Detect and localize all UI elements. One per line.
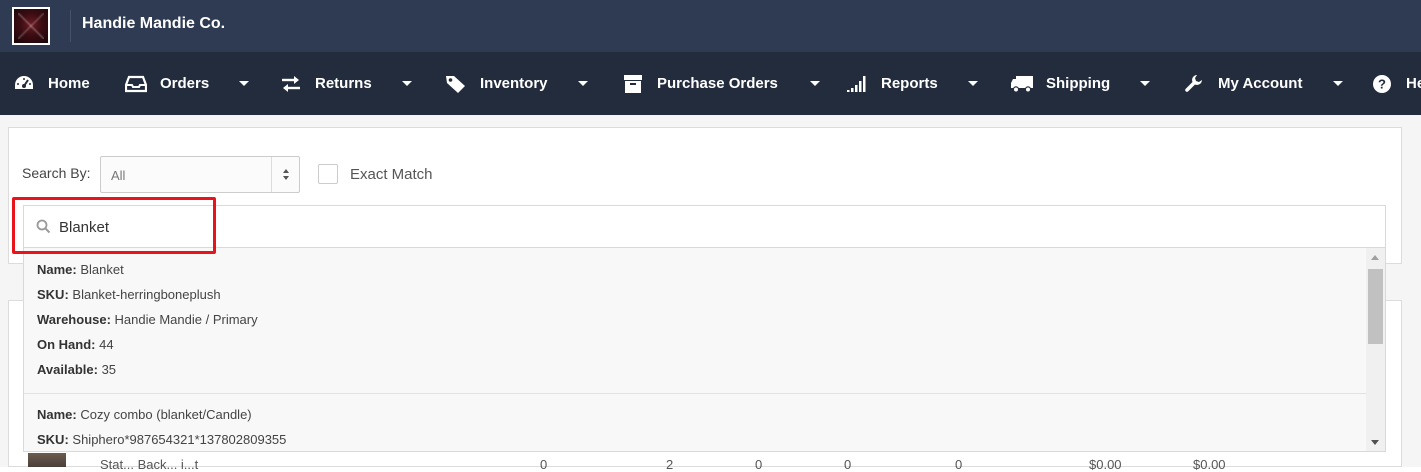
chevron-down-icon[interactable] bbox=[577, 81, 588, 86]
chevron-down-icon[interactable] bbox=[239, 81, 250, 86]
exact-match-label: Exact Match bbox=[350, 166, 433, 183]
table-cell: 0 bbox=[844, 457, 852, 472]
table-cell: 0 bbox=[755, 457, 763, 472]
truck-icon bbox=[1010, 72, 1034, 96]
tag-icon bbox=[444, 72, 468, 96]
result-name: Name: Cozy combo (blanket/Candle) bbox=[37, 407, 252, 422]
nav-label: Inventory bbox=[480, 75, 548, 92]
search-results-dropdown[interactable]: Name: Blanket SKU: Blanket-herringbonepl… bbox=[23, 248, 1386, 452]
result-warehouse: Warehouse: Handie Mandie / Primary bbox=[37, 312, 258, 327]
logo-mark-icon bbox=[18, 13, 44, 39]
nav-label: My Account bbox=[1218, 75, 1303, 92]
chevron-down-icon[interactable] bbox=[967, 81, 978, 86]
chevron-down-icon[interactable] bbox=[1140, 81, 1151, 86]
company-name: Handie Mandie Co. bbox=[82, 15, 226, 32]
search-by-select[interactable]: All bbox=[100, 156, 300, 193]
result-name: Name: Blanket bbox=[37, 262, 124, 277]
scroll-up-icon[interactable] bbox=[1371, 255, 1379, 260]
archive-icon bbox=[621, 72, 645, 96]
nav-label: Orders bbox=[160, 75, 210, 92]
nav-home[interactable]: Home bbox=[12, 52, 90, 115]
chevron-down-icon[interactable] bbox=[1333, 81, 1344, 86]
top-bar: Handie Mandie Co. bbox=[0, 0, 1421, 52]
nav-purchase-orders[interactable]: Purchase Orders bbox=[621, 52, 820, 115]
exact-match-checkbox[interactable] bbox=[318, 164, 338, 184]
wrench-icon bbox=[1182, 72, 1206, 96]
scrollbar-thumb[interactable] bbox=[1368, 269, 1383, 344]
header-divider bbox=[70, 10, 71, 42]
nav-shipping[interactable]: Shipping bbox=[1010, 52, 1151, 115]
product-thumbnail bbox=[28, 453, 66, 467]
annotation-highlight-box bbox=[12, 197, 216, 254]
table-cell: 0 bbox=[540, 457, 548, 472]
help-icon: ? bbox=[1370, 72, 1394, 96]
dashboard-icon bbox=[12, 72, 36, 96]
result-divider bbox=[24, 393, 1367, 394]
main-nav: Home Orders Returns Inventory Purchase O… bbox=[0, 52, 1421, 115]
nav-label: Returns bbox=[315, 75, 372, 92]
result-sku: SKU: Shiphero*987654321*137802809355 bbox=[37, 432, 287, 447]
svg-text:?: ? bbox=[1378, 76, 1386, 91]
search-by-label: Search By: bbox=[22, 165, 91, 181]
select-arrows-icon bbox=[271, 157, 299, 192]
result-on-hand: On Hand: 44 bbox=[37, 337, 114, 352]
inbox-icon bbox=[124, 72, 148, 96]
exchange-icon bbox=[279, 72, 303, 96]
nav-label: He bbox=[1406, 75, 1421, 92]
nav-help[interactable]: ? He bbox=[1370, 52, 1421, 115]
nav-reports[interactable]: Reports bbox=[845, 52, 978, 115]
nav-label: Shipping bbox=[1046, 75, 1111, 92]
table-cell: 0 bbox=[955, 457, 963, 472]
table-cell: $0.00 bbox=[1193, 457, 1226, 472]
result-sku: SKU: Blanket-herringboneplush bbox=[37, 287, 221, 302]
dropdown-scrollbar[interactable] bbox=[1366, 248, 1385, 451]
search-by-value: All bbox=[111, 168, 126, 183]
nav-label: Home bbox=[48, 75, 90, 92]
nav-label: Reports bbox=[881, 75, 938, 92]
search-result-item[interactable]: Name: Blanket SKU: Blanket-herringbonepl… bbox=[24, 257, 1367, 382]
nav-label: Purchase Orders bbox=[657, 75, 778, 92]
nav-orders[interactable]: Orders bbox=[124, 52, 250, 115]
search-result-item[interactable]: Name: Cozy combo (blanket/Candle) SKU: S… bbox=[24, 402, 1367, 451]
chevron-down-icon[interactable] bbox=[809, 81, 820, 86]
table-cell: $0.00 bbox=[1089, 457, 1122, 472]
chevron-down-icon[interactable] bbox=[401, 81, 412, 86]
table-cell: 2 bbox=[666, 457, 674, 472]
result-available: Available: 35 bbox=[37, 362, 117, 377]
nav-inventory[interactable]: Inventory bbox=[444, 52, 588, 115]
nav-my-account[interactable]: My Account bbox=[1182, 52, 1344, 115]
table-cell-product: Stat... Back... i...t bbox=[100, 457, 199, 472]
product-search-box[interactable]: Blanket bbox=[23, 205, 1386, 248]
signal-icon bbox=[845, 72, 869, 96]
nav-returns[interactable]: Returns bbox=[279, 52, 412, 115]
company-logo[interactable] bbox=[12, 7, 50, 45]
scroll-down-icon[interactable] bbox=[1371, 440, 1379, 445]
